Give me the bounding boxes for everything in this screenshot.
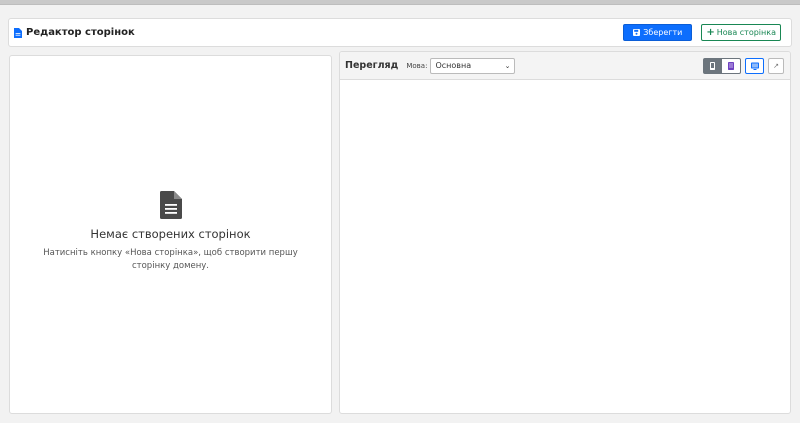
pages-list-panel: Немає створених сторінок Натисніть кнопк…: [9, 55, 332, 414]
preview-panel: Перегляд Мова: Основна ⌄ ↗: [339, 51, 791, 414]
desktop-icon: [750, 62, 759, 70]
preview-title: Перегляд: [345, 60, 399, 71]
empty-state-title: Немає створених сторінок: [90, 227, 251, 241]
save-button[interactable]: Зберегти: [623, 24, 693, 41]
language-select-value: Основна: [435, 61, 472, 70]
tablet-icon: [728, 61, 734, 70]
new-page-button[interactable]: + Нова сторінка: [701, 24, 781, 41]
document-icon: [159, 191, 182, 219]
open-external-button[interactable]: ↗: [768, 57, 784, 74]
desktop-view-button[interactable]: [745, 57, 764, 74]
page-frame: Редактор сторінок Зберегти + Нова сторін…: [0, 4, 800, 423]
save-button-label: Зберегти: [643, 28, 683, 37]
language-label: Мова:: [406, 61, 428, 70]
new-page-button-label: Нова сторінка: [716, 28, 776, 37]
page-title-text: Редактор сторінок: [26, 27, 135, 38]
page-title: Редактор сторінок: [14, 27, 135, 38]
plus-icon: +: [706, 26, 715, 38]
chevron-down-icon: ⌄: [504, 61, 511, 70]
page-header: Редактор сторінок Зберегти + Нова сторін…: [8, 18, 792, 47]
empty-state-text: Натисніть кнопку «Нова сторінка», щоб ст…: [43, 248, 298, 271]
language-select[interactable]: Основна ⌄: [430, 57, 516, 74]
phone-icon: [710, 61, 715, 70]
phone-view-button[interactable]: [703, 57, 722, 74]
floppy-icon: [633, 29, 641, 36]
tablet-view-button[interactable]: [722, 57, 741, 74]
external-link-icon: ↗: [773, 61, 779, 70]
preview-toolbar: Перегляд Мова: Основна ⌄ ↗: [340, 52, 790, 80]
empty-state: Немає створених сторінок Натисніть кнопк…: [10, 191, 331, 273]
device-switcher: ↗: [703, 57, 784, 74]
file-icon: [14, 27, 22, 38]
